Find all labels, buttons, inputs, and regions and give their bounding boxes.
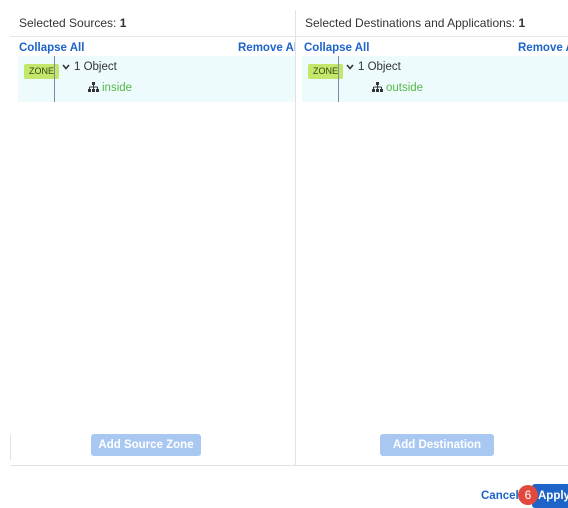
dialog-edge-line: [10, 435, 11, 460]
network-tree-icon: [88, 82, 99, 95]
sources-collapse-all-link[interactable]: Collapse All: [19, 42, 84, 54]
destinations-remove-all-link[interactable]: Remove Al: [518, 42, 568, 54]
destinations-zone-item[interactable]: outside: [372, 82, 423, 95]
add-destination-zone-button[interactable]: Add Destination Zone: [380, 434, 494, 465]
destinations-item-label: outside: [386, 82, 424, 94]
sources-remove-all-link[interactable]: Remove All: [238, 42, 295, 54]
step-number-badge: 6: [518, 485, 538, 505]
sources-object-toggle[interactable]: 1 Object: [62, 61, 117, 73]
cancel-button[interactable]: Cancel: [481, 490, 519, 502]
destinations-column: Selected Destinations and Applications: …: [296, 10, 568, 465]
selection-panels: Selected Sources: 1 Collapse All Remove …: [10, 10, 568, 466]
destinations-collapse-all-link[interactable]: Collapse All: [304, 42, 369, 54]
add-source-zone-button[interactable]: Add Source Zone: [91, 434, 201, 456]
chevron-down-icon[interactable]: [62, 62, 72, 72]
tree-line: [54, 56, 55, 102]
chevron-down-icon[interactable]: [346, 62, 356, 72]
destinations-zone-group: ZONE 1 Object outside: [302, 56, 568, 102]
network-tree-icon: [372, 82, 383, 95]
sources-object-count: 1 Object: [74, 61, 117, 73]
sources-column: Selected Sources: 1 Collapse All Remove …: [10, 10, 296, 465]
destinations-header-label: Selected Destinations and Applications:: [305, 16, 519, 30]
sources-header-label: Selected Sources:: [19, 16, 120, 30]
destinations-header: Selected Destinations and Applications: …: [296, 10, 568, 37]
sources-item-label: inside: [102, 82, 133, 94]
destinations-object-toggle[interactable]: 1 Object: [346, 61, 401, 73]
sources-zone-item[interactable]: inside: [88, 82, 132, 95]
destinations-object-count: 1 Object: [358, 61, 401, 73]
sources-zone-group: ZONE 1 Object inside: [18, 56, 295, 102]
destinations-header-count: 1: [518, 16, 526, 30]
tree-line: [338, 56, 339, 102]
sources-header: Selected Sources: 1: [10, 10, 295, 37]
sources-header-count: 1: [119, 16, 127, 30]
